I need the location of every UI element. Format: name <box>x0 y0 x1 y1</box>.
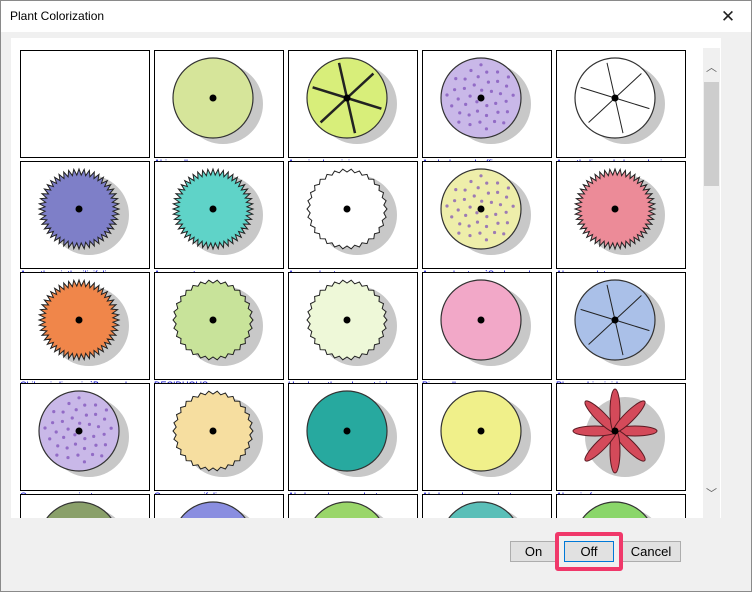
plant-symbol-frame[interactable] <box>288 50 418 158</box>
scroll-down-icon[interactable]: ﹀ <box>703 486 720 503</box>
plant-symbol-frame[interactable] <box>288 161 418 269</box>
plant-symbol-icon <box>440 57 531 144</box>
off-button-highlight <box>555 532 623 571</box>
plant-tile[interactable]: Quercus acuminata <box>20 383 154 505</box>
plant-tile[interactable] <box>288 494 422 518</box>
plant-symbol-frame[interactable] <box>556 50 686 158</box>
plant-symbol-icon <box>37 167 129 255</box>
dialog-title: Plant Colorization <box>10 9 105 23</box>
plant-symbol-icon <box>448 501 518 518</box>
plant-symbol-icon <box>440 279 531 366</box>
plant-symbol-icon <box>306 390 397 477</box>
plant-symbol-frame[interactable] <box>556 161 686 269</box>
plant-symbol-frame[interactable] <box>422 272 552 380</box>
plant-tile[interactable]: Acer argutum <box>154 161 288 283</box>
plant-symbol-icon <box>38 390 129 477</box>
plant-symbol-icon <box>172 57 263 144</box>
plant-symbol-icon <box>572 388 665 477</box>
plant-symbol-frame[interactable] <box>20 272 150 380</box>
plant-symbol-frame[interactable] <box>154 383 284 491</box>
plant-tile[interactable]: Alnus cordata <box>556 161 690 283</box>
plant-symbol-frame[interactable] <box>556 272 686 380</box>
plant-tile[interactable] <box>422 494 556 518</box>
plant-tile[interactable]: Pinus alba <box>422 272 556 394</box>
plant-symbol-frame[interactable] <box>154 50 284 158</box>
plant-symbol-icon <box>573 167 665 255</box>
plant-tile[interactable]: Abelmoschus esculentus <box>288 383 422 505</box>
plant-symbol-icon <box>37 278 129 366</box>
plant-tile[interactable]: Acalypha godseffiana <box>422 50 556 172</box>
plant-symbol-icon <box>46 501 116 518</box>
scroll-up-icon[interactable]: ︿ <box>703 60 720 77</box>
plant-symbol-frame[interactable] <box>422 161 552 269</box>
plant-symbol-icon <box>306 168 397 255</box>
plant-tile[interactable]: Abronia fragrans <box>556 383 690 505</box>
plant-symbol-icon <box>306 279 397 366</box>
plant-symbol-icon <box>172 390 263 477</box>
plant-tile[interactable]: Acer palmatum <box>288 161 422 283</box>
plant-tile[interactable]: Acacia abyssinica <box>288 50 422 172</box>
plant-symbol-frame[interactable] <box>20 50 150 158</box>
plant-tile[interactable]: DECIDUOUS <box>154 272 288 394</box>
plant-symbol-frame[interactable] <box>20 383 150 491</box>
plant-symbol-icon <box>314 501 384 518</box>
plant-colorization-dialog: Plant Colorization ✕ Abies albaAcacia ab… <box>0 0 752 592</box>
plant-tile[interactable]: Quercus agrifolia <box>154 383 288 505</box>
on-button[interactable]: On <box>510 541 557 562</box>
plant-symbol-frame[interactable] <box>422 50 552 158</box>
plant-symbol-frame[interactable] <box>154 272 284 380</box>
title-bar: Plant Colorization ✕ <box>1 1 751 32</box>
plant-symbol-frame[interactable] <box>422 494 552 518</box>
plant-symbol-icon <box>171 167 263 255</box>
plant-tile[interactable]: Chilopsis linearis `Burgundy <box>20 272 154 394</box>
scrollbar-thumb[interactable] <box>704 82 719 186</box>
plant-symbol-icon <box>21 51 149 157</box>
plant-symbol-icon <box>180 501 250 518</box>
plant-symbol-frame[interactable] <box>20 161 150 269</box>
plant-symbol-icon <box>574 279 665 366</box>
plant-symbol-icon <box>440 390 531 477</box>
vertical-scrollbar[interactable]: ︿ ﹀ <box>703 48 720 518</box>
plant-symbol-icon <box>574 57 665 144</box>
plant-symbol-frame[interactable] <box>288 272 418 380</box>
plant-symbol-frame[interactable] <box>154 161 284 269</box>
plant-tile[interactable]: Acer palmatum `Scolopendr <box>422 161 556 283</box>
plant-symbol-frame[interactable] <box>154 494 284 518</box>
close-icon[interactable]: ✕ <box>705 1 751 32</box>
cancel-button[interactable]: Cancel <box>621 541 681 562</box>
plant-gallery: Abies albaAcacia abyssinicaAcalypha gods… <box>11 38 721 518</box>
plant-symbol-frame[interactable] <box>556 494 686 518</box>
plant-symbol-icon <box>582 501 652 518</box>
plant-tile[interactable] <box>20 50 154 172</box>
plant-symbol-icon <box>172 279 263 366</box>
plant-symbol-frame[interactable] <box>288 494 418 518</box>
plant-symbol-icon <box>306 57 397 144</box>
plant-symbol-icon <box>440 168 531 255</box>
plant-tile[interactable] <box>20 494 154 518</box>
plant-tile[interactable]: Abelmoschus esculentus <box>422 383 556 505</box>
plant-tile[interactable]: Abies alba <box>154 50 288 172</box>
plant-tile[interactable]: Handroanthus chrysotrichus <box>288 272 422 394</box>
plant-tile[interactable]: Pleuraphis rigida <box>556 272 690 394</box>
plant-symbol-frame[interactable] <box>288 383 418 491</box>
plant-tile[interactable]: Acantholimon hohenackeri <box>556 50 690 172</box>
plant-symbol-frame[interactable] <box>556 383 686 491</box>
plant-tile[interactable] <box>556 494 690 518</box>
plant-symbol-frame[interactable] <box>422 383 552 491</box>
plant-symbol-frame[interactable] <box>20 494 150 518</box>
plant-tile[interactable]: Acanthomintha ilicifolia <box>20 161 154 283</box>
plant-tile[interactable] <box>154 494 288 518</box>
